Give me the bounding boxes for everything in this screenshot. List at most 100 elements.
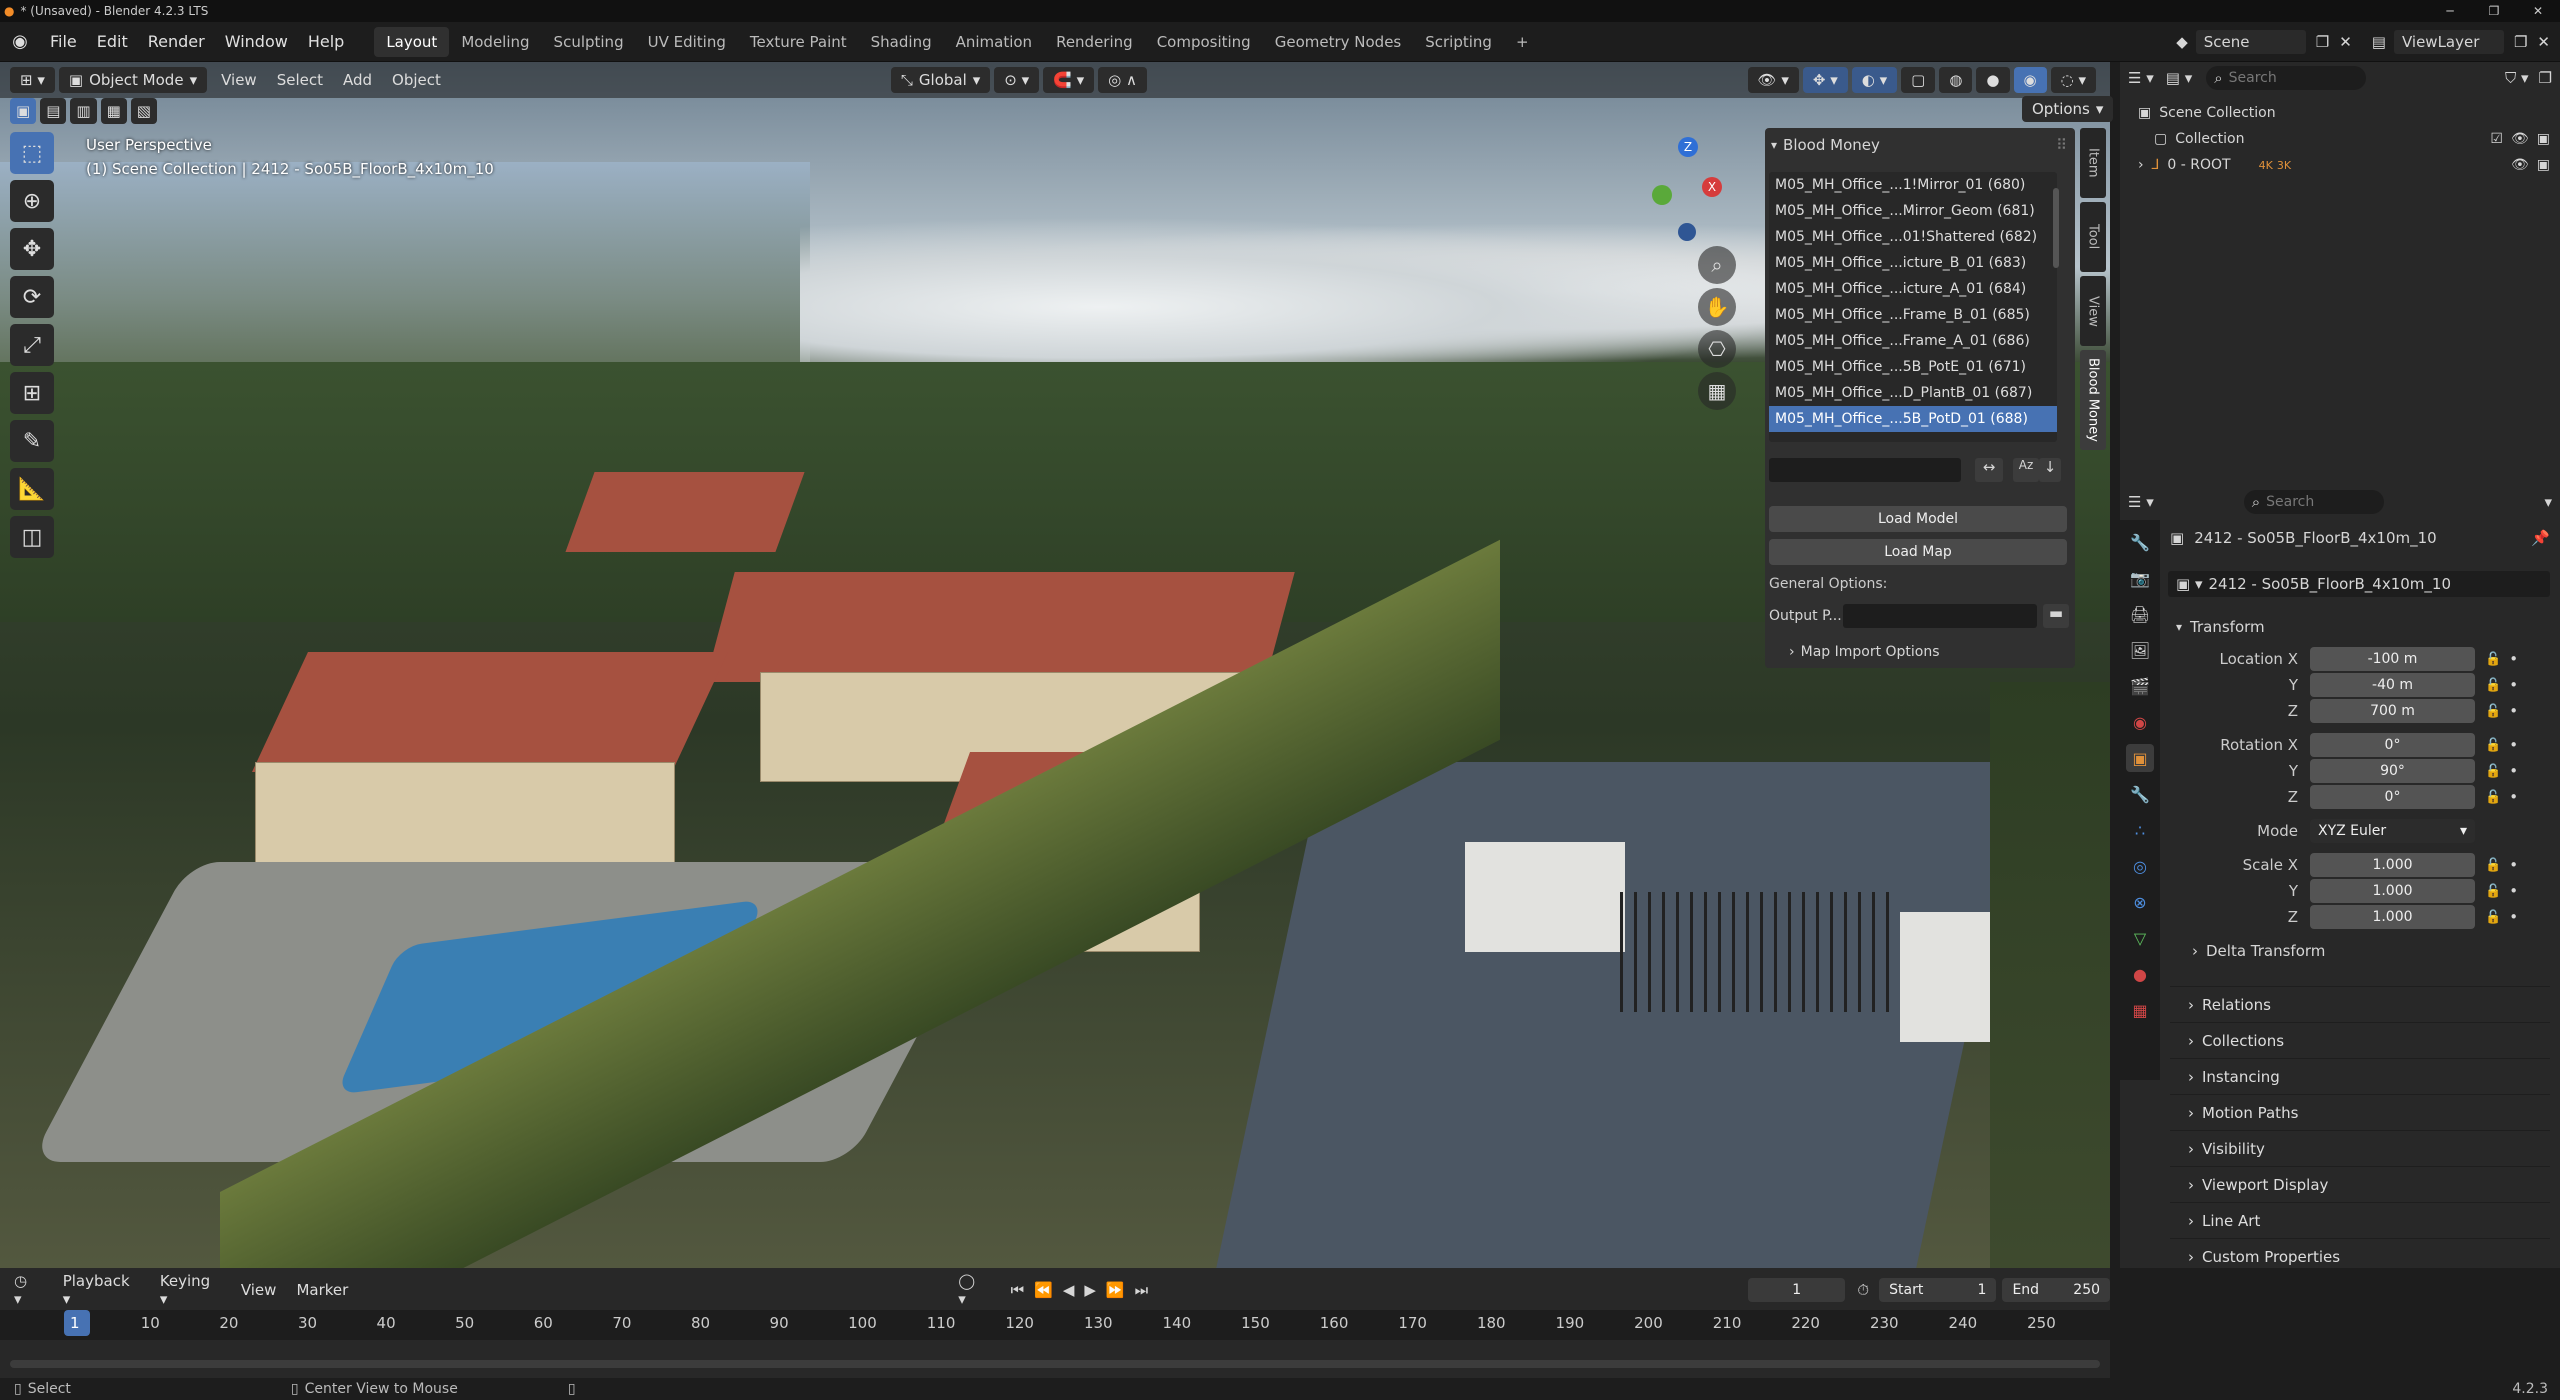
snap-icon[interactable]: 🧲 ▾ <box>1043 67 1095 93</box>
tab-layout[interactable]: Layout <box>374 26 450 57</box>
tab-shading[interactable]: Shading <box>859 27 944 57</box>
new-collection-icon[interactable]: ❐ <box>2539 69 2552 87</box>
menu-keying[interactable]: Keying ▾ <box>150 1268 231 1312</box>
cursor-tool-icon[interactable]: ⊕ <box>10 180 54 222</box>
blender-menu-icon[interactable]: ◉ <box>0 31 40 52</box>
menu-playback[interactable]: Playback ▾ <box>53 1268 150 1312</box>
menu-marker[interactable]: Marker <box>286 1277 358 1303</box>
section-line-art[interactable]: › Line Art <box>2170 1202 2550 1238</box>
keyframe-dot-icon[interactable]: • <box>2509 736 2518 754</box>
add-workspace-icon[interactable]: + <box>1504 27 1541 57</box>
current-frame-field[interactable]: 1 <box>1748 1278 1846 1302</box>
measure-tool-icon[interactable]: 📐 <box>10 468 54 510</box>
tab-uv-editing[interactable]: UV Editing <box>636 27 738 57</box>
jump-end-icon[interactable]: ⏭ <box>1135 1281 1149 1299</box>
data-properties-icon[interactable]: ▽ <box>2126 924 2154 952</box>
lock-icon[interactable]: 🔓 <box>2485 884 2501 899</box>
menu-edit[interactable]: Edit <box>87 32 138 51</box>
delete-view-layer-icon[interactable]: ✕ <box>2537 33 2550 51</box>
scene-icon[interactable]: ◆ <box>2176 33 2188 51</box>
navigation-gizmo[interactable]: Z X <box>1640 135 1740 245</box>
jump-keyframe-back-icon[interactable]: ⏪ <box>1034 1281 1053 1299</box>
keyframe-dot-icon[interactable]: • <box>2509 762 2518 780</box>
menu-view[interactable]: View <box>231 1277 287 1303</box>
section-instancing[interactable]: › Instancing <box>2170 1058 2550 1094</box>
select-box-tool-icon[interactable]: ⬚ <box>10 132 54 174</box>
scene-name[interactable]: Scene <box>2195 29 2306 54</box>
camera-icon[interactable]: ⎔ <box>1698 330 1736 368</box>
tab-item[interactable]: Item <box>2080 128 2106 198</box>
tab-scripting[interactable]: Scripting <box>1413 27 1504 57</box>
select-mode-invert-icon[interactable]: ▦ <box>100 98 127 124</box>
section-motion-paths[interactable]: › Motion Paths <box>2170 1094 2550 1130</box>
timeline-editor-icon[interactable]: ◷ ▾ <box>14 1272 39 1308</box>
filter-icon[interactable]: ⛉ ▾ <box>2505 69 2529 87</box>
rendered-shading-icon[interactable]: ◌ ▾ <box>2050 67 2096 93</box>
close-icon[interactable]: ✕ <box>2516 4 2560 18</box>
tab-geometry-nodes[interactable]: Geometry Nodes <box>1263 27 1414 57</box>
scene-properties-icon[interactable]: 🎬 <box>2126 672 2154 700</box>
model-list[interactable]: M05_MH_Office_...1!Mirror_01 (680) M05_M… <box>1769 172 2057 442</box>
list-item[interactable]: M05_MH_Office_...icture_B_01 (683) <box>1769 250 2057 276</box>
list-item[interactable]: M05_MH_Office_...Mirror_Geom (681) <box>1769 198 2057 224</box>
tab-texture-paint[interactable]: Texture Paint <box>738 27 859 57</box>
map-import-options-section[interactable]: › Map Import Options <box>1789 644 1940 660</box>
menu-add[interactable]: Add <box>333 67 382 93</box>
root-object-label[interactable]: 0 - ROOT <box>2167 157 2230 173</box>
list-filter-input[interactable] <box>1769 458 1961 482</box>
select-mode-extend-icon[interactable]: ▤ <box>40 98 67 124</box>
list-item[interactable]: M05_MH_Office_...1!Mirror_01 (680) <box>1769 172 2057 198</box>
object-datablock-field[interactable]: ▣ ▾ 2412 - So05B_FloorB_4x10m_10 <box>2168 571 2550 597</box>
options-dropdown[interactable]: Options ▾ <box>2022 96 2114 122</box>
modifier-properties-icon[interactable]: 🔧 <box>2126 780 2154 808</box>
new-view-layer-icon[interactable]: ❐ <box>2514 33 2527 51</box>
keyframe-dot-icon[interactable]: • <box>2509 882 2518 900</box>
transform-header[interactable]: ▾ Transform <box>2170 612 2550 642</box>
keyframe-dot-icon[interactable]: • <box>2509 788 2518 806</box>
lock-icon[interactable]: 🔓 <box>2485 910 2501 925</box>
lock-icon[interactable]: 🔓 <box>2485 704 2501 719</box>
view-layer-properties-icon[interactable]: 🖼 <box>2126 636 2154 664</box>
rotation-z-field[interactable]: 0° <box>2310 785 2475 809</box>
rotation-x-field[interactable]: 0° <box>2310 733 2475 757</box>
lock-icon[interactable]: 🔓 <box>2485 858 2501 873</box>
maximize-icon[interactable]: ❐ <box>2472 4 2516 18</box>
outliner-search-input[interactable]: ⌕ Search <box>2206 66 2367 90</box>
location-y-field[interactable]: -40 m <box>2310 673 2475 697</box>
select-mode-intersect-icon[interactable]: ▧ <box>130 98 157 124</box>
scale-tool-icon[interactable]: ⤢ <box>10 324 54 366</box>
transform-tool-icon[interactable]: ⊞ <box>10 372 54 414</box>
stopwatch-icon[interactable]: ⏱ <box>1857 1281 1869 1299</box>
delta-transform-section[interactable]: › Delta Transform <box>2170 936 2550 966</box>
timeline-scrollbar[interactable] <box>10 1360 2100 1368</box>
xray-icon[interactable]: ▢ <box>1901 67 1936 93</box>
list-item[interactable]: M05_MH_Office_...5B_PotE_01 (671) <box>1769 354 2057 380</box>
keyframe-dot-icon[interactable]: • <box>2509 702 2518 720</box>
lock-icon[interactable]: 🔓 <box>2485 652 2501 667</box>
rotation-mode-dropdown[interactable]: XYZ Euler ▾ <box>2310 819 2475 843</box>
gizmo-z-axis-icon[interactable]: Z <box>1678 137 1698 157</box>
eye-icon[interactable]: 👁 <box>2511 131 2529 147</box>
load-model-button[interactable]: Load Model <box>1769 506 2067 532</box>
timeline-ruler[interactable]: 1 10 20 30 40 50 60 70 80 90 100 110 120 130 140 150 160… <box>0 1310 2110 1340</box>
mode-dropdown[interactable]: ▣ Object Mode ▾ <box>58 67 208 93</box>
tab-tool[interactable]: Tool <box>2080 202 2106 272</box>
material-properties-icon[interactable]: ● <box>2126 960 2154 988</box>
chevron-down-icon[interactable]: ▾ <box>1771 138 1777 152</box>
proportional-edit-icon[interactable]: ◎ ∧ <box>1098 67 1147 93</box>
lock-icon[interactable]: 🔓 <box>2485 790 2501 805</box>
gizmo-y-axis-icon[interactable] <box>1652 185 1672 205</box>
physics-properties-icon[interactable]: ◎ <box>2126 852 2154 880</box>
camera-render-icon[interactable]: ▣ <box>2537 157 2550 173</box>
lock-icon[interactable]: 🔓 <box>2485 678 2501 693</box>
solid-shading-icon[interactable]: ● <box>1976 67 2010 93</box>
list-item[interactable]: M05_MH_Office_...D_PlantB_01 (687) <box>1769 380 2057 406</box>
output-path-input[interactable] <box>1843 604 2037 628</box>
add-cube-tool-icon[interactable]: ◫ <box>10 516 54 558</box>
section-custom-properties[interactable]: › Custom Properties <box>2170 1238 2550 1274</box>
properties-search-input[interactable]: ⌕ Search <box>2243 490 2384 514</box>
menu-select[interactable]: Select <box>267 67 333 93</box>
auto-keying-icon[interactable]: ◯ ▾ <box>958 1272 986 1308</box>
wireframe-shading-icon[interactable]: ◍ <box>1939 67 1973 93</box>
particles-properties-icon[interactable]: ∴ <box>2126 816 2154 844</box>
